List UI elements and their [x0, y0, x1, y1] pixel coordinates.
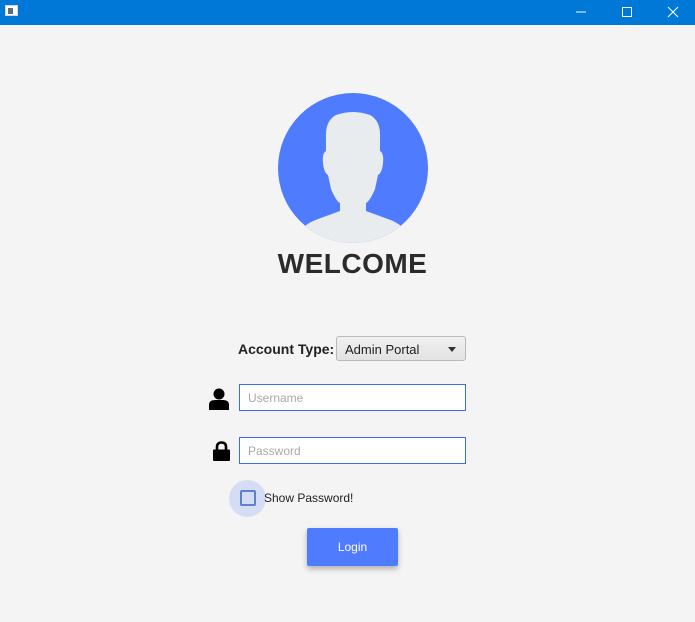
password-input[interactable] — [239, 437, 466, 464]
username-input[interactable] — [239, 384, 466, 411]
account-type-select[interactable]: Admin Portal — [336, 336, 466, 361]
chevron-down-icon — [448, 347, 456, 352]
maximize-button[interactable] — [604, 0, 650, 25]
account-type-label: Account Type: — [238, 341, 335, 357]
show-password-checkbox[interactable] — [240, 490, 256, 506]
welcome-heading: WELCOME — [277, 248, 428, 279]
maximize-icon — [622, 7, 632, 17]
close-button[interactable] — [650, 0, 695, 25]
login-button[interactable]: Login — [307, 528, 398, 566]
minimize-button[interactable] — [558, 0, 604, 25]
show-password-label[interactable]: Show Password! — [264, 491, 353, 505]
account-type-value: Admin Portal — [345, 342, 420, 357]
app-icon — [5, 5, 18, 16]
login-window: WELCOME Account Type: Admin Portal Show … — [0, 0, 695, 622]
lock-icon — [213, 441, 230, 461]
minimize-icon — [576, 11, 586, 13]
close-icon — [667, 6, 679, 18]
title-bar[interactable] — [0, 0, 695, 25]
user-icon — [209, 388, 229, 410]
user-avatar-icon — [278, 93, 428, 243]
